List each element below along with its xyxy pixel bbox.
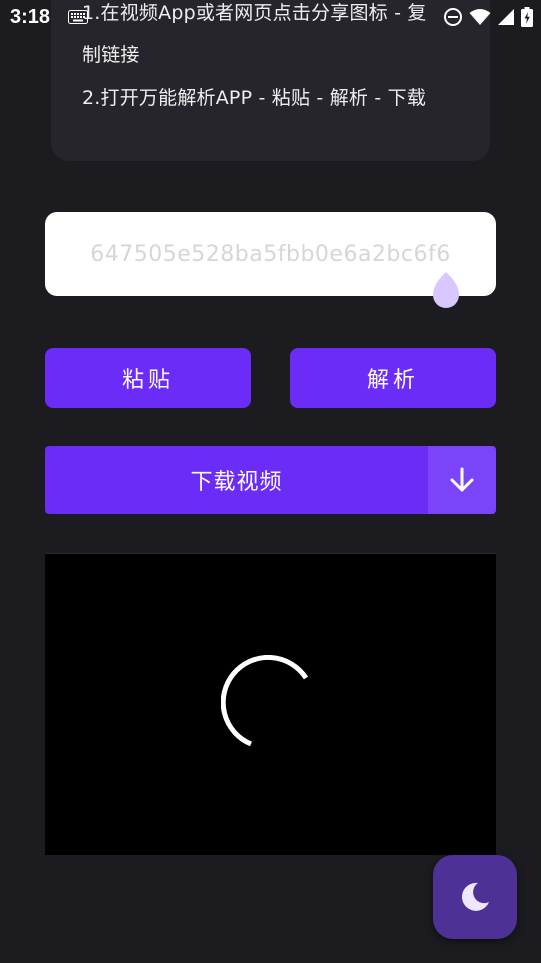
download-video-label: 下载视频 <box>190 470 283 495</box>
download-icon-box[interactable] <box>428 446 496 514</box>
arrow-down-icon <box>450 467 474 492</box>
theme-toggle-button[interactable] <box>433 855 517 939</box>
app-screen: 1.在视频App或者网页点击分享图标 - 复 制链接 2.打开万能解析APP -… <box>0 0 541 963</box>
instruction-step1-line2: 制链接 <box>82 44 140 66</box>
instruction-step2: 2.打开万能解析APP - 粘贴 - 解析 - 下载 <box>82 87 427 109</box>
link-input[interactable] <box>45 241 496 267</box>
video-player[interactable] <box>45 553 496 855</box>
dnd-icon <box>444 8 462 26</box>
text-cursor-handle-icon[interactable] <box>429 270 463 312</box>
signal-icon <box>498 9 514 25</box>
status-icons <box>443 6 533 28</box>
download-video-button[interactable]: 下载视频 <box>45 446 496 514</box>
battery-icon <box>521 7 533 27</box>
parse-button[interactable]: 解析 <box>290 348 496 408</box>
moon-icon <box>461 882 489 911</box>
status-time: 3:18 <box>10 6 51 28</box>
keyboard-icon <box>68 10 88 24</box>
wifi-icon <box>469 9 491 25</box>
instruction-step1-line1: 1.在视频App或者网页点击分享图标 - 复 <box>82 2 427 24</box>
paste-button[interactable]: 粘贴 <box>45 348 251 408</box>
loading-spinner-icon <box>221 655 309 747</box>
